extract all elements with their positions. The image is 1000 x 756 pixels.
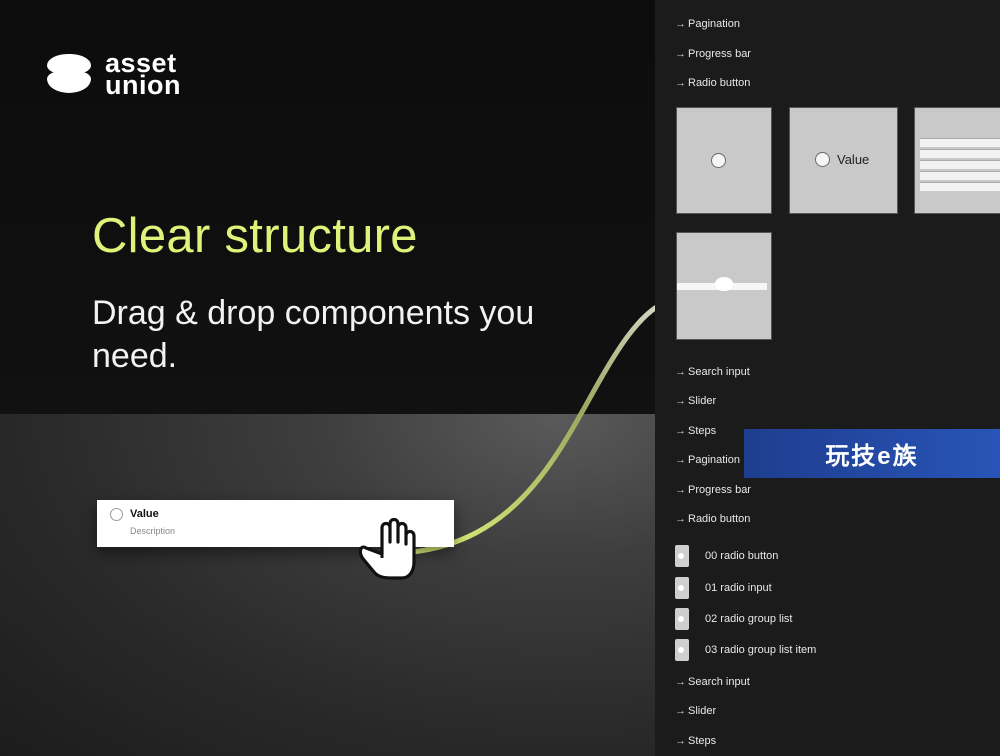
arrow-right-icon: →	[675, 676, 686, 688]
nav-item-label: Slider	[688, 705, 717, 717]
layer-label: 00 radio button	[705, 550, 779, 562]
nav-item-label: Pagination	[688, 454, 740, 466]
radio-value-label: Value	[130, 508, 159, 520]
nav-item-label: Steps	[688, 425, 717, 437]
brand-wordmark: asset union	[105, 50, 181, 100]
radio-icon	[711, 153, 726, 168]
thumb-slider[interactable]	[676, 232, 772, 340]
layer-item[interactable]: 01 radio input	[675, 577, 772, 599]
subhead: Drag & drop components you need.	[92, 294, 535, 375]
arrow-right-icon: →	[675, 48, 686, 60]
thumb-radio[interactable]	[676, 107, 772, 214]
mini-list	[920, 138, 1000, 193]
arrow-right-icon: →	[675, 513, 686, 525]
layer-label: 03 radio group list item	[705, 644, 817, 656]
nav-item-progress-bar[interactable]: → Progress bar	[675, 484, 751, 496]
hero-bottom	[0, 414, 655, 756]
thumb-radio-group[interactable]	[914, 107, 1000, 214]
nav-item-label: Progress bar	[688, 484, 751, 496]
thumb-radio-value[interactable]: Value	[789, 107, 898, 214]
nav-item-label: Progress bar	[688, 48, 751, 60]
radio-description: Description	[130, 526, 176, 536]
arrow-right-icon: →	[675, 77, 686, 89]
arrow-right-icon: →	[675, 735, 686, 747]
nav-item-radio-button[interactable]: → Radio button	[675, 77, 750, 89]
layer-thumb	[675, 545, 689, 567]
nav-item-slider[interactable]: → Slider	[675, 705, 716, 717]
nav-item-label: Radio button	[688, 77, 751, 89]
brand-logo: asset union	[47, 50, 181, 100]
layer-item[interactable]: 03 radio group list item	[675, 639, 816, 661]
nav-item-pagination[interactable]: → Pagination	[675, 454, 740, 466]
layer-thumb	[675, 639, 689, 661]
layer-item[interactable]: 00 radio button	[675, 545, 778, 567]
nav-item-label: Search input	[688, 676, 750, 688]
layer-thumb	[675, 577, 689, 599]
layer-label: 01 radio input	[705, 582, 772, 594]
nav-item-label: Radio button	[688, 513, 751, 525]
arrow-right-icon: →	[675, 705, 686, 717]
watermark-banner: 玩技e族	[744, 429, 1000, 478]
layer-label: 02 radio group list	[705, 613, 793, 625]
nav-item-label: Slider	[688, 395, 717, 407]
arrow-right-icon: →	[675, 395, 686, 407]
layer-item[interactable]: 02 radio group list	[675, 608, 792, 630]
nav-item-slider[interactable]: → Slider	[675, 395, 716, 407]
nav-item-search-input[interactable]: → Search input	[675, 676, 750, 688]
brand-logo-icon	[47, 54, 91, 94]
nav-item-steps[interactable]: → Steps	[675, 425, 716, 437]
nav-item-search-input[interactable]: → Search input	[675, 366, 750, 378]
nav-item-label: Steps	[688, 735, 717, 747]
arrow-right-icon: →	[675, 454, 686, 466]
components-panel: → Pagination → Progress bar → Radio button …	[655, 0, 1000, 756]
arrow-right-icon: →	[675, 484, 686, 496]
grab-hand-icon	[358, 517, 416, 580]
nav-item-pagination[interactable]: → Pagination	[675, 18, 740, 30]
headline: Clear structure	[92, 209, 418, 263]
nav-item-label: Search input	[688, 366, 750, 378]
layer-thumb	[675, 608, 689, 630]
brand-line-2: union	[105, 70, 181, 100]
arrow-right-icon: →	[675, 366, 686, 378]
radio-icon[interactable]	[110, 508, 123, 521]
thumb-value-label: Value	[837, 152, 870, 167]
nav-item-steps[interactable]: → Steps	[675, 735, 716, 747]
nav-item-progress-bar[interactable]: → Progress bar	[675, 48, 751, 60]
arrow-right-icon: →	[675, 425, 686, 437]
slider-knob	[715, 277, 733, 291]
arrow-right-icon: →	[675, 18, 686, 30]
nav-item-label: Pagination	[688, 18, 740, 30]
radio-icon	[815, 152, 830, 167]
nav-item-radio-button[interactable]: → Radio button	[675, 513, 750, 525]
